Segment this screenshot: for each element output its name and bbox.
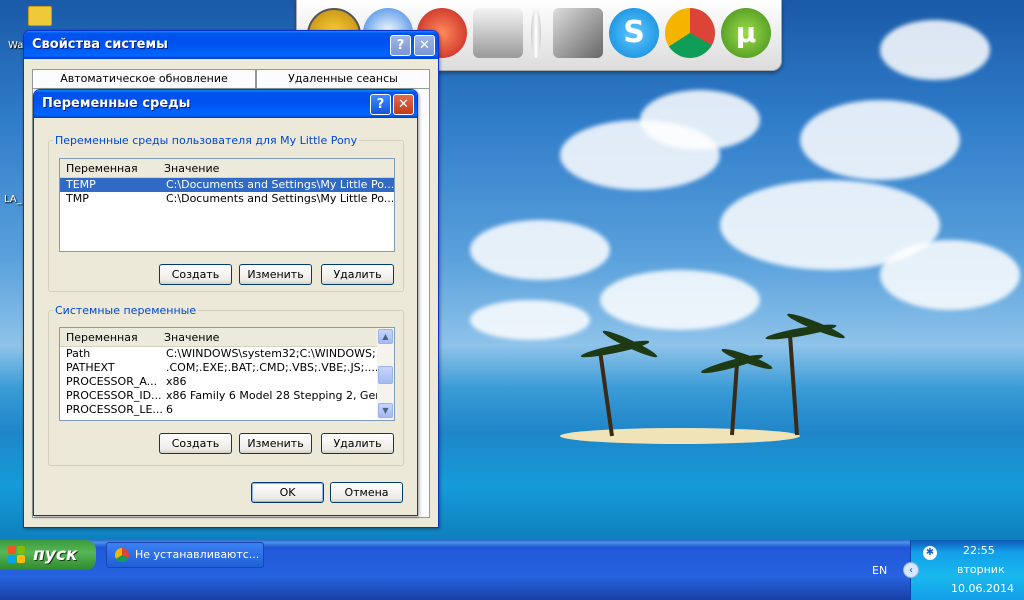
list-item[interactable]: TEMP C:\Documents and Settings\My Little… <box>60 178 394 192</box>
list-item[interactable]: PATHEXT .COM;.EXE;.BAT;.CMD;.VBS;.VBE;.J… <box>60 361 394 375</box>
cloud <box>640 90 760 150</box>
help-button[interactable]: ? <box>370 94 391 115</box>
taskbar-item-label: Не устанавливаютс... <box>135 548 260 561</box>
variable-name: TEMP <box>66 178 96 191</box>
cloud <box>880 20 990 80</box>
chrome-icon <box>115 548 129 562</box>
variable-name: TMP <box>66 192 89 205</box>
desktop-edge-label: LA_ <box>4 194 22 205</box>
user-create-button[interactable]: Создать <box>159 264 232 285</box>
scroll-up-icon[interactable]: ▲ <box>378 329 393 344</box>
scroll-down-icon[interactable]: ▼ <box>378 403 393 418</box>
system-edit-button[interactable]: Изменить <box>239 433 312 454</box>
variable-name: PROCESSOR_A... <box>66 375 158 388</box>
cloud <box>600 270 760 330</box>
network-icon[interactable]: ✱ <box>923 546 937 560</box>
environment-variables-dialog: Переменные среды ? ✕ Переменные среды по… <box>33 89 418 516</box>
list-item[interactable]: TMP C:\Documents and Settings\My Little … <box>60 192 394 206</box>
scroll-thumb[interactable] <box>378 366 393 384</box>
window-title: Свойства системы <box>32 37 168 52</box>
windows-flag-icon <box>8 546 26 564</box>
variable-name: PROCESSOR_ID... <box>66 389 162 402</box>
variable-value: C:\WINDOWS\system32;C:\WINDOWS;... <box>166 347 387 360</box>
desktop: Wa LA_ S µ Свойства системы ? ✕ Автомати… <box>0 0 1024 540</box>
palm-frond <box>601 327 659 361</box>
tab-remote-sessions[interactable]: Удаленные сеансы <box>256 69 430 88</box>
column-header-value[interactable]: Значение <box>164 331 219 344</box>
show-hidden-icons-icon[interactable]: ‹ <box>903 562 919 578</box>
system-delete-button[interactable]: Удалить <box>321 433 394 454</box>
column-header-variable[interactable]: Переменная <box>66 331 138 344</box>
cloud <box>470 300 590 340</box>
separator-icon <box>531 8 541 58</box>
clock-day: вторник <box>957 563 1005 576</box>
dialog-title: Переменные среды <box>42 96 191 111</box>
variable-name: PROCESSOR_LE... <box>66 403 163 416</box>
variable-value: x86 <box>166 375 187 388</box>
ok-button[interactable]: OK <box>251 482 324 503</box>
tab-auto-update[interactable]: Автоматическое обновление <box>32 69 256 88</box>
clock-date: 10.06.2014 <box>951 582 1014 595</box>
taskbar: пуск Не устанавливаютс... EN ✱ ‹ 22:55 в… <box>0 540 1024 600</box>
palm-trunk <box>598 350 614 437</box>
close-button[interactable]: ✕ <box>414 35 435 56</box>
utorrent-icon[interactable]: µ <box>721 8 771 58</box>
column-header-variable[interactable]: Переменная <box>66 162 138 175</box>
list-item[interactable]: PROCESSOR_ID... x86 Family 6 Model 28 St… <box>60 389 394 403</box>
variable-name: Path <box>66 347 91 360</box>
cloud <box>880 240 1020 310</box>
cloud <box>800 100 960 180</box>
island <box>560 428 800 444</box>
language-indicator[interactable]: EN <box>872 564 887 577</box>
column-header-value[interactable]: Значение <box>164 162 219 175</box>
user-variables-label: Переменные среды пользователя для My Lit… <box>55 134 358 147</box>
system-tray: ✱ ‹ 22:55 вторник 10.06.2014 <box>903 540 1024 600</box>
vertical-scrollbar[interactable]: ▲ ▼ <box>377 328 394 420</box>
start-label: пуск <box>33 545 78 565</box>
tools-icon[interactable] <box>553 8 603 58</box>
system-create-button[interactable]: Создать <box>159 433 232 454</box>
clock-time[interactable]: 22:55 <box>963 544 995 557</box>
user-delete-button[interactable]: Удалить <box>321 264 394 285</box>
taskbar-item[interactable]: Не устанавливаютс... <box>106 542 264 568</box>
variable-value: x86 Family 6 Model 28 Stepping 2, Genu..… <box>166 389 395 402</box>
system-properties-titlebar[interactable]: Свойства системы ? ✕ <box>24 31 438 59</box>
list-header: Переменная Значение <box>60 328 394 347</box>
variable-value: .COM;.EXE;.BAT;.CMD;.VBS;.VBE;.JS;.... <box>166 361 379 374</box>
cloud <box>470 220 610 280</box>
system-variables-list[interactable]: Переменная Значение Path C:\WINDOWS\syst… <box>59 327 395 421</box>
variable-value: C:\Documents and Settings\My Little Po..… <box>166 192 395 205</box>
start-button[interactable]: пуск <box>0 540 96 570</box>
palm-trunk <box>730 365 739 436</box>
list-item[interactable]: PROCESSOR_A... x86 <box>60 375 394 389</box>
monitor-icon[interactable] <box>473 8 523 58</box>
variable-value: C:\Documents and Settings\My Little Po..… <box>166 178 395 191</box>
list-item[interactable]: Path C:\WINDOWS\system32;C:\WINDOWS;... <box>60 347 394 361</box>
user-edit-button[interactable]: Изменить <box>239 264 312 285</box>
palm-trunk <box>788 335 799 436</box>
variable-value: 6 <box>166 403 173 416</box>
system-variables-label: Системные переменные <box>55 304 197 317</box>
list-item[interactable]: PROCESSOR_LE... 6 <box>60 403 394 417</box>
chrome-icon[interactable] <box>665 8 715 58</box>
list-header: Переменная Значение <box>60 159 394 178</box>
cancel-button[interactable]: Отмена <box>330 482 403 503</box>
close-button[interactable]: ✕ <box>393 94 414 115</box>
variable-name: PATHEXT <box>66 361 115 374</box>
env-dialog-titlebar[interactable]: Переменные среды ? ✕ <box>34 90 417 118</box>
desktop-icon-label: Wa <box>8 40 24 51</box>
folder-icon[interactable] <box>28 6 52 26</box>
user-variables-list[interactable]: Переменная Значение TEMP C:\Documents an… <box>59 158 395 252</box>
help-button[interactable]: ? <box>390 35 411 56</box>
skype-icon[interactable]: S <box>609 8 659 58</box>
